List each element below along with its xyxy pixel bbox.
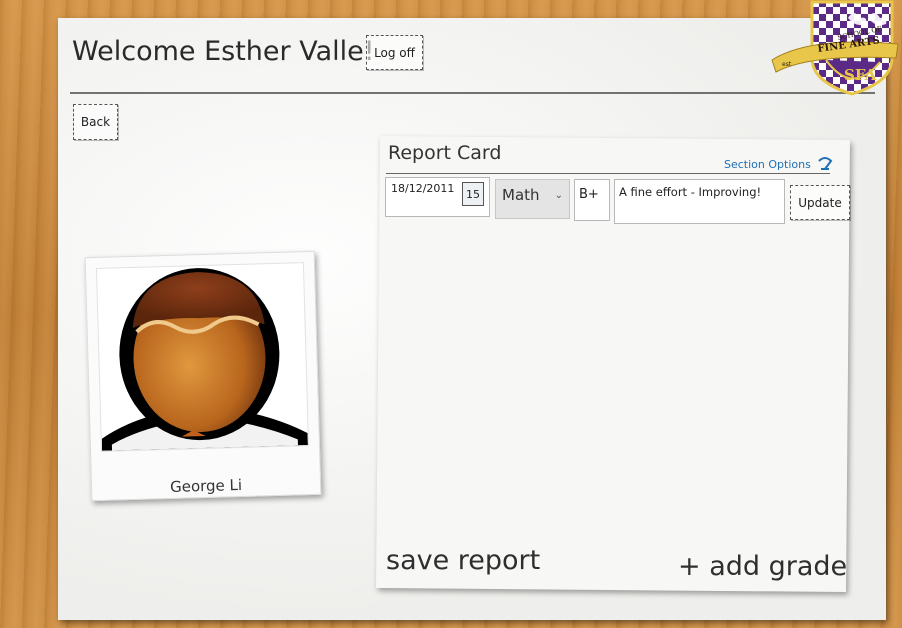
welcome-heading: Welcome Esther Valle! <box>72 36 375 67</box>
section-options-link[interactable]: Section Options <box>724 157 833 171</box>
update-button[interactable]: Update <box>790 185 850 220</box>
logoff-button[interactable]: Log off <box>366 35 423 70</box>
subject-dropdown[interactable]: Math ⌄ <box>495 179 570 219</box>
comment-field[interactable]: A fine effort - Improving! <box>614 179 785 224</box>
chevron-down-icon: ⌄ <box>554 190 563 201</box>
grade-field[interactable]: B+ <box>574 179 610 221</box>
add-grade-button[interactable]: + add grade <box>678 551 847 582</box>
student-photo <box>95 262 309 452</box>
save-report-button[interactable]: save report <box>386 545 540 576</box>
header-divider <box>70 92 875 94</box>
report-card-divider <box>386 173 830 174</box>
date-value: 18/12/2011 <box>391 182 455 195</box>
subject-value: Math <box>502 186 540 204</box>
report-card-title: Report Card <box>388 142 502 164</box>
school-logo: SFA SCHOOL OF FINE ARTS est <box>770 0 902 96</box>
refresh-icon <box>818 157 833 170</box>
grade-value: B+ <box>579 187 599 202</box>
svg-text:est: est <box>782 61 792 68</box>
back-button[interactable]: Back <box>73 104 118 140</box>
comment-value: A fine effort - Improving! <box>619 185 762 199</box>
person-avatar-icon <box>101 268 308 451</box>
section-options-label: Section Options <box>724 157 811 171</box>
student-name: George Li <box>169 475 243 496</box>
svg-text:SFA: SFA <box>844 66 877 84</box>
student-photo-card[interactable]: George Li <box>84 250 322 502</box>
calendar-icon[interactable]: 15 <box>462 182 484 206</box>
